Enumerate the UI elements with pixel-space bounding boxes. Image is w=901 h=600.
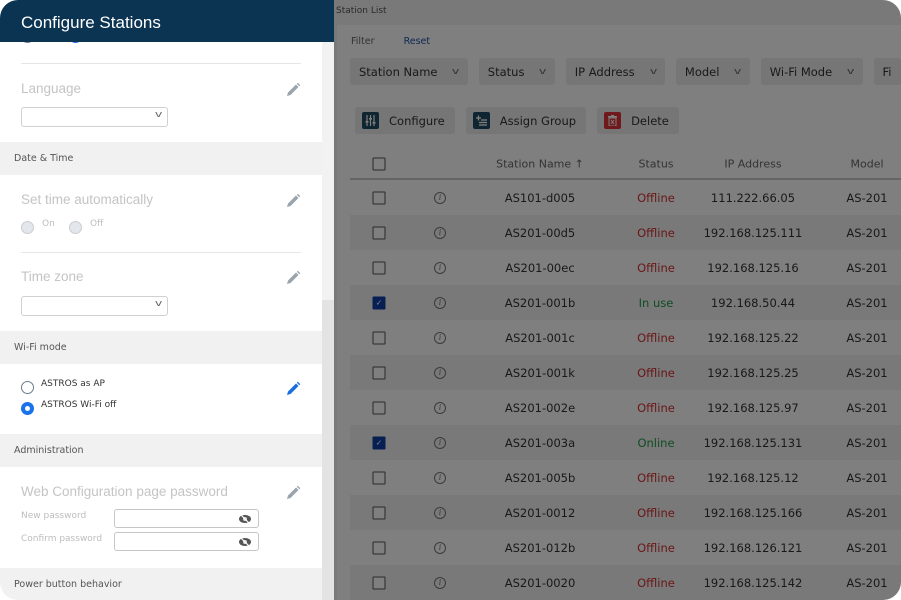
confirm-password-input[interactable]	[114, 532, 259, 551]
scrollbar-thumb[interactable]	[322, 300, 334, 600]
section-wifi-mode: Wi-Fi mode	[0, 331, 322, 364]
wifi-off-radio[interactable]	[21, 402, 34, 415]
eye-slash-icon[interactable]	[238, 536, 252, 548]
section-power-button: Power button behavior	[0, 568, 322, 600]
time-zone-label: Time zone	[21, 269, 84, 284]
set-time-on-label: On	[42, 219, 55, 229]
language-select[interactable]: v	[21, 107, 168, 127]
chevron-down-icon: v	[154, 110, 163, 120]
wifi-ap-radio[interactable]	[21, 381, 34, 394]
pencil-icon[interactable]	[285, 381, 301, 397]
set-time-off-radio[interactable]	[69, 221, 82, 234]
wifi-off-label: ASTROS Wi-Fi off	[41, 400, 117, 410]
confirm-password-label: Confirm password	[21, 534, 103, 544]
pencil-icon[interactable]	[285, 485, 301, 501]
web-password-label: Web Configuration page password	[21, 484, 228, 499]
pencil-icon[interactable]	[285, 193, 301, 209]
panel-header: Configure Stations	[0, 0, 334, 42]
section-administration: Administration	[0, 434, 322, 467]
wifi-ap-label: ASTROS as AP	[41, 379, 105, 389]
panel-scroll-content: Language v Date & Time Set time automati…	[0, 0, 322, 600]
language-label: Language	[21, 81, 82, 96]
chevron-down-icon: v	[154, 299, 163, 309]
divider	[21, 63, 301, 64]
eye-slash-icon[interactable]	[238, 513, 252, 525]
configure-stations-panel: Language v Date & Time Set time automati…	[0, 0, 334, 600]
section-date-time: Date & Time	[0, 142, 322, 175]
app-window: Station List Filter Reset Station Namev …	[0, 0, 901, 600]
new-password-input[interactable]	[114, 509, 259, 528]
pencil-icon[interactable]	[285, 270, 301, 286]
divider	[21, 252, 301, 253]
set-time-off-label: Off	[90, 219, 104, 229]
time-zone-select[interactable]: v	[21, 296, 168, 316]
pencil-icon[interactable]	[285, 82, 301, 98]
set-time-auto-label: Set time automatically	[21, 192, 154, 207]
set-time-on-radio[interactable]	[21, 221, 34, 234]
modal-backdrop[interactable]	[334, 0, 901, 600]
new-password-label: New password	[21, 511, 87, 521]
panel-title: Configure Stations	[21, 13, 161, 32]
